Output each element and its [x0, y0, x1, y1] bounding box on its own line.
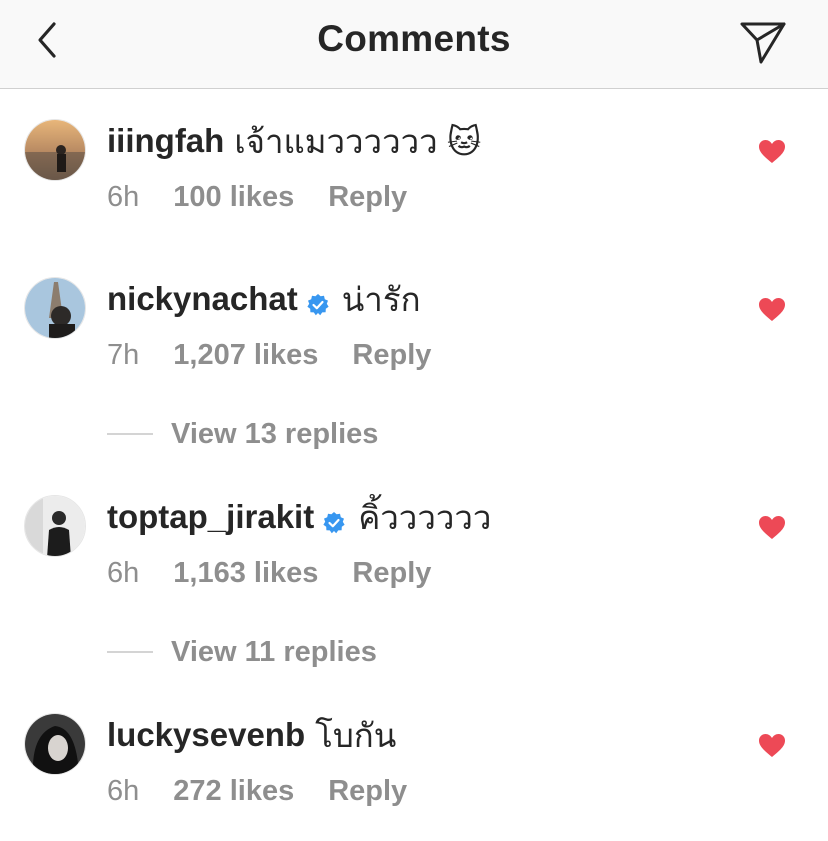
- verified-badge-icon: [306, 287, 330, 316]
- heart-icon: [759, 298, 785, 321]
- comment-item: luckysevenb โบกัน 6h 272 likes Reply: [0, 713, 828, 823]
- like-button[interactable]: [758, 297, 786, 323]
- comment-text: คิ้วววววว: [358, 498, 492, 536]
- comment-item: toptap_jirakit คิ้วววววว 6h 1,163 likes …: [0, 495, 828, 605]
- comment-time: 6h: [107, 774, 140, 807]
- verified-badge-icon: [322, 505, 346, 534]
- comment-likes[interactable]: 100 likes: [173, 181, 294, 214]
- comment-text: น่ารัก: [341, 280, 421, 318]
- heart-icon: [759, 140, 785, 163]
- comment-username[interactable]: toptap_jirakit: [107, 498, 314, 536]
- view-replies-label: View 13 replies: [171, 417, 379, 450]
- avatar[interactable]: [24, 277, 86, 339]
- comment-meta: 6h 1,163 likes Reply: [107, 553, 431, 593]
- like-button[interactable]: [758, 515, 786, 541]
- like-button[interactable]: [758, 139, 786, 165]
- heart-icon: [759, 734, 785, 757]
- comment-meta: 7h 1,207 likes Reply: [107, 335, 431, 375]
- comment-time: 6h: [107, 180, 140, 213]
- view-replies-button[interactable]: View 13 replies: [107, 414, 378, 454]
- avatar[interactable]: [24, 713, 86, 775]
- page-title: Comments: [317, 18, 511, 59]
- avatar[interactable]: [24, 119, 86, 181]
- comment-line: iiingfah เจ้าแมวววววว 🐱: [107, 119, 481, 163]
- comment-likes[interactable]: 1,207 likes: [173, 339, 318, 372]
- comment-time: 6h: [107, 556, 140, 589]
- divider: [107, 433, 153, 435]
- comment-meta: 6h 272 likes Reply: [107, 771, 407, 811]
- reply-button[interactable]: Reply: [328, 775, 407, 808]
- view-replies-button[interactable]: View 11 replies: [107, 632, 377, 672]
- comment-item: nickynachat น่ารัก 7h 1,207 likes Reply: [0, 277, 828, 387]
- comment-time: 7h: [107, 338, 140, 371]
- comment-username[interactable]: nickynachat: [107, 280, 298, 318]
- reply-button[interactable]: Reply: [328, 181, 407, 214]
- divider: [107, 651, 153, 653]
- comment-line: toptap_jirakit คิ้วววววว: [107, 495, 491, 539]
- share-button[interactable]: [738, 18, 788, 66]
- like-button[interactable]: [758, 733, 786, 759]
- comment-line: nickynachat น่ารัก: [107, 277, 421, 321]
- reply-button[interactable]: Reply: [352, 339, 431, 372]
- comment-likes[interactable]: 1,163 likes: [173, 557, 318, 590]
- comment-item: iiingfah เจ้าแมวววววว 🐱 6h 100 likes Rep…: [0, 119, 828, 229]
- view-replies-label: View 11 replies: [171, 635, 377, 668]
- header-bar: Comments: [0, 0, 828, 89]
- avatar[interactable]: [24, 495, 86, 557]
- comment-line: luckysevenb โบกัน: [107, 713, 396, 757]
- reply-button[interactable]: Reply: [352, 557, 431, 590]
- heart-icon: [759, 516, 785, 539]
- comment-username[interactable]: luckysevenb: [107, 716, 305, 754]
- comment-text: เจ้าแมวววววว 🐱: [234, 122, 482, 160]
- comment-username[interactable]: iiingfah: [107, 122, 224, 160]
- comment-text: โบกัน: [315, 716, 397, 754]
- comment-meta: 6h 100 likes Reply: [107, 177, 407, 217]
- paper-plane-icon: [740, 22, 786, 64]
- comment-likes[interactable]: 272 likes: [173, 775, 294, 808]
